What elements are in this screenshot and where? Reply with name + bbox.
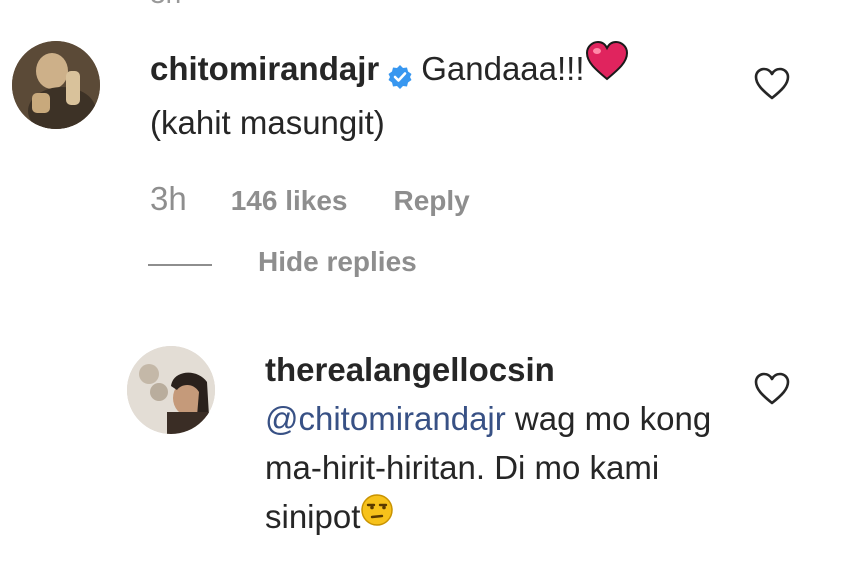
- comment-meta: 3h 146 likes Reply: [150, 180, 470, 218]
- comment-timestamp[interactable]: 3h: [150, 180, 187, 218]
- comment-username[interactable]: chitomirandajr: [150, 50, 379, 87]
- unamused-face-emoji-icon: [360, 491, 394, 540]
- previous-comment-time: 3h: [150, 0, 181, 10]
- hide-replies-button[interactable]: Hide replies: [258, 246, 417, 278]
- reply-button[interactable]: Reply: [394, 185, 470, 217]
- reply-mention-link[interactable]: @chitomirandajr: [265, 400, 506, 437]
- reply-body: therealangellocsin @chitomirandajr wag m…: [265, 345, 735, 544]
- replies-divider-line: [148, 264, 212, 266]
- comment-text-line1: Gandaaa!!!: [421, 50, 585, 87]
- red-heart-emoji-icon: [585, 40, 629, 94]
- comment-likes-count[interactable]: 146 likes: [231, 185, 348, 217]
- comment-body: chitomirandajr Gandaaa!!! (kahit masungit…: [150, 40, 710, 147]
- avatar-therealangellocsin[interactable]: [127, 346, 215, 434]
- reply-username[interactable]: therealangellocsin: [265, 351, 555, 388]
- avatar-chitomirandajr[interactable]: [12, 41, 100, 129]
- heart-outline-icon[interactable]: [754, 67, 790, 101]
- comment-text-line2: (kahit masungit): [150, 103, 385, 141]
- reply-heart-outline-icon[interactable]: [754, 372, 790, 406]
- verified-badge-icon: [387, 54, 413, 90]
